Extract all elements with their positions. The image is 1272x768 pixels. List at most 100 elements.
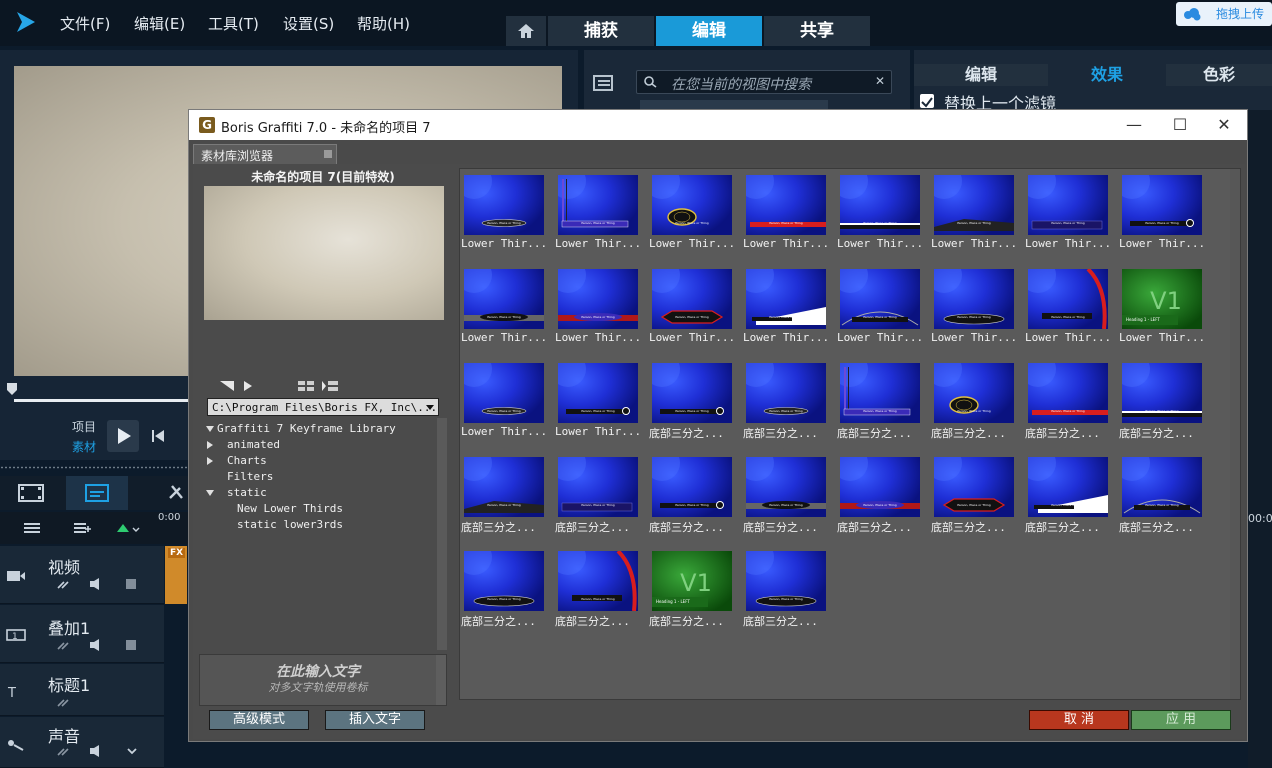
cancel-button[interactable]: 取 消 (1029, 710, 1129, 730)
preset-thumbnail[interactable]: Person, Place or Thing (840, 269, 920, 329)
tree-item-filters[interactable]: Filters (227, 470, 273, 483)
preset-thumbnail[interactable]: Person, Place or Thing (934, 175, 1014, 235)
clear-search-icon[interactable]: ✕ (875, 74, 885, 88)
preset-thumbnail[interactable]: Person, Place or Thing (1028, 363, 1108, 423)
preset-thumbnail[interactable]: Person, Place or Thing (1028, 269, 1108, 329)
list-view-icon[interactable] (321, 380, 339, 392)
track-video[interactable]: 视频 (0, 546, 164, 604)
track-voice[interactable]: 声音 (0, 717, 164, 768)
preset-thumbnail[interactable]: Person, Place or Thing (746, 457, 826, 517)
tab-edit[interactable]: 编辑 (656, 16, 762, 46)
preset-thumbnail[interactable]: Person, Place or Thing (652, 457, 732, 517)
tab-effects[interactable]: 效果 (1050, 64, 1164, 86)
preset-thumbnail[interactable]: Person, Place or Thing (558, 175, 638, 235)
maximize-button[interactable]: ☐ (1157, 110, 1203, 140)
text-entry-box[interactable]: 在此输入文字 对多文字轨使用卷标 (199, 654, 447, 706)
minimize-button[interactable]: — (1111, 110, 1157, 140)
expanded-arrow-icon[interactable] (205, 424, 215, 434)
apply-button[interactable]: 应 用 (1131, 710, 1231, 730)
preset-thumbnail[interactable]: Person, Place or Thing (934, 457, 1014, 517)
grid-view-icon[interactable] (297, 380, 315, 392)
track-title[interactable]: T 标题1 (0, 664, 164, 716)
clip-mode-label[interactable]: 素材 (72, 438, 96, 455)
track-manager-icon[interactable] (22, 520, 42, 536)
preset-thumbnail[interactable]: Person, Place or Thing (1028, 175, 1108, 235)
library-icon[interactable] (592, 72, 616, 94)
preset-thumbnail[interactable]: Person, Place or Thing (840, 363, 920, 423)
collapsed-arrow-icon[interactable] (205, 440, 215, 450)
menu-edit[interactable]: 编辑(E) (134, 13, 185, 34)
tree-item-keyframe-library[interactable]: Graffiti 7 Keyframe Library (217, 422, 396, 435)
track-controls-icon[interactable] (54, 637, 154, 653)
tree-item-static[interactable]: static (227, 486, 267, 499)
preset-thumbnail[interactable]: Person, Place or Thing (746, 363, 826, 423)
timeline-view-button[interactable] (66, 476, 128, 510)
timeline-clip[interactable]: FX (165, 546, 187, 604)
preset-thumbnail[interactable]: Person, Place or Thing (652, 363, 732, 423)
preview-mode-icon[interactable] (219, 380, 235, 392)
drag-upload-button[interactable]: 拖拽上传 (1176, 2, 1272, 26)
storyboard-view-button[interactable] (0, 476, 62, 510)
grid-scrollbar[interactable] (1230, 169, 1240, 699)
tab-capture[interactable]: 捕获 (548, 16, 654, 46)
preset-thumbnail[interactable]: Person, Place or Thing (746, 175, 826, 235)
tab-edit-options[interactable]: 编辑 (914, 64, 1048, 86)
advanced-mode-button[interactable]: 高级模式 (209, 710, 309, 730)
preset-thumbnail[interactable]: Person, Place or Thing (840, 457, 920, 517)
skip-start-icon[interactable] (150, 428, 166, 444)
preset-thumbnail[interactable]: Person, Place or Thing (1122, 363, 1202, 423)
preset-thumbnail[interactable]: Person, Place or Thing (464, 269, 544, 329)
menu-settings[interactable]: 设置(S) (283, 13, 334, 34)
preset-thumbnail[interactable]: V1 Heading 1 - LEFT (1122, 269, 1202, 329)
preset-thumbnail[interactable]: Person, Place or Thing (1028, 457, 1108, 517)
tree-item-charts[interactable]: Charts (227, 454, 267, 467)
tab-close-icon[interactable] (324, 150, 332, 158)
play-preview-icon[interactable] (243, 380, 253, 392)
menu-file[interactable]: 文件(F) (60, 13, 110, 34)
preset-thumbnail[interactable]: Person, Place or Thing (1122, 457, 1202, 517)
insert-text-button[interactable]: 插入文字 (325, 710, 425, 730)
preset-thumbnail[interactable]: Person, Place or Thing (464, 363, 544, 423)
tree-item-new-lower-thirds[interactable]: New Lower Thirds (237, 502, 343, 515)
preset-thumbnail[interactable]: V1 Heading 1 - LEFT (652, 551, 732, 611)
add-track-icon[interactable] (72, 520, 92, 536)
preset-thumbnail[interactable]: Person, Place or Thing (934, 269, 1014, 329)
tree-item-static-lower3rds[interactable]: static lower3rds (237, 518, 343, 531)
preset-thumbnail[interactable]: Person, Place or Thing (652, 175, 732, 235)
replace-filter-checkbox[interactable] (920, 94, 934, 108)
preset-thumbnail[interactable]: Person, Place or Thing (652, 269, 732, 329)
play-button[interactable] (107, 420, 139, 452)
dialog-titlebar[interactable]: G Boris Graffiti 7.0 - 未命名的项目 7 — ☐ ✕ (189, 110, 1247, 140)
library-path-dropdown[interactable]: C:\Program Files\Boris FX, Inc\... (207, 398, 439, 416)
keyframe-icon[interactable] (114, 520, 140, 536)
preset-thumbnail[interactable]: Person, Place or Thing (746, 551, 826, 611)
preset-thumbnail[interactable]: Person, Place or Thing (558, 269, 638, 329)
preset-thumbnail[interactable]: Person, Place or Thing (934, 363, 1014, 423)
preset-thumbnail[interactable]: Person, Place or Thing (1122, 175, 1202, 235)
project-mode-label[interactable]: 项目 (72, 418, 96, 435)
preset-thumbnail[interactable]: Person, Place or Thing (464, 551, 544, 611)
tab-library-browser[interactable]: 素材库浏览器 (193, 144, 337, 164)
menu-tools[interactable]: 工具(T) (208, 13, 259, 34)
text-entry-scrollbar[interactable] (436, 655, 446, 705)
preset-thumbnail[interactable]: Person, Place or Thing (464, 175, 544, 235)
tab-color[interactable]: 色彩 (1166, 64, 1272, 86)
close-button[interactable]: ✕ (1201, 110, 1247, 140)
menu-help[interactable]: 帮助(H) (357, 13, 410, 34)
preset-thumbnail[interactable]: Person, Place or Thing (558, 363, 638, 423)
tree-item-animated[interactable]: animated (227, 438, 280, 451)
expanded-arrow-icon[interactable] (205, 488, 215, 498)
preset-thumbnail[interactable]: Person, Place or Thing (558, 551, 638, 611)
preset-thumbnail[interactable]: Person, Place or Thing (464, 457, 544, 517)
home-button[interactable] (506, 16, 546, 46)
preset-thumbnail[interactable]: Person, Place or Thing (840, 175, 920, 235)
track-link-icon[interactable] (54, 694, 154, 710)
tools-button[interactable] (164, 476, 188, 510)
library-search-input[interactable]: 在您当前的视图中搜索 ✕ (636, 70, 892, 94)
preset-thumbnail[interactable]: Person, Place or Thing (558, 457, 638, 517)
track-controls-icon[interactable] (54, 743, 154, 759)
tree-scrollbar[interactable] (437, 418, 447, 650)
tab-share[interactable]: 共享 (764, 16, 870, 46)
preset-thumbnail[interactable]: Person, Place or Thing (746, 269, 826, 329)
track-controls-icon[interactable] (54, 576, 154, 592)
